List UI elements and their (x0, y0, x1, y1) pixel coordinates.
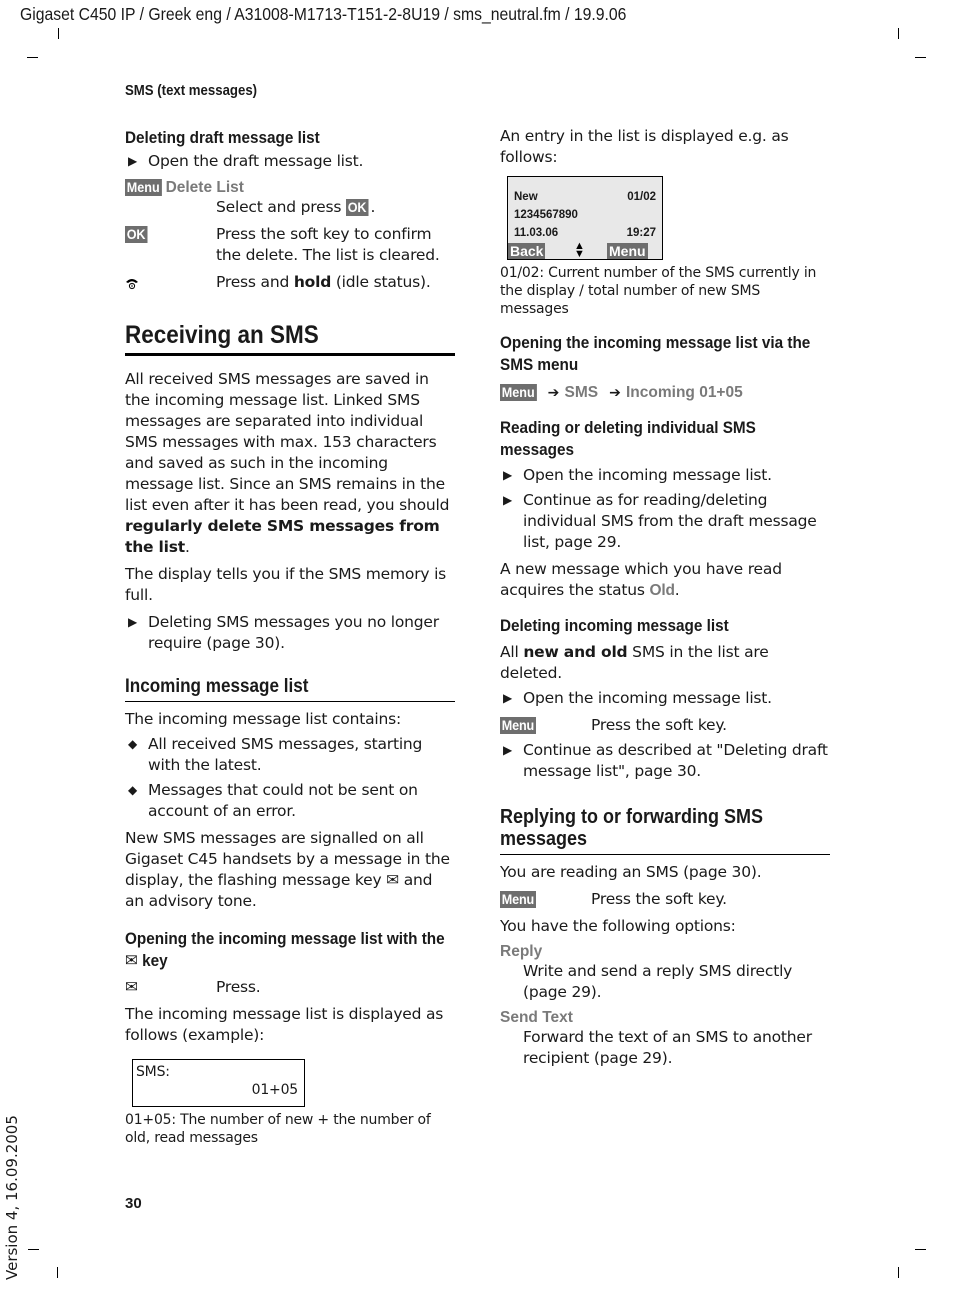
menu-soft-key: Menu (500, 384, 537, 401)
ok-soft-key: OK (125, 226, 148, 243)
paragraph: All new and old SMS in the list are dele… (500, 643, 769, 682)
step-row: OK Press the soft key to confirm the del… (125, 225, 440, 264)
bullet-item: ▶ Continue as for reading/deleting indiv… (500, 490, 830, 553)
menu-item-delete-list: Delete List (165, 179, 244, 196)
document-header: Gigaset C450 IP / Greek eng / A31008-M17… (20, 4, 627, 24)
list-item: ◆ All received SMS messages, starting wi… (125, 734, 455, 776)
section-heading: Deleting draft message list (125, 128, 320, 147)
menu-soft-key: Menu (125, 179, 162, 196)
crop-mark (28, 1249, 39, 1250)
list-item: ◆ Messages that could not be sent on acc… (125, 780, 455, 822)
step-row: Press and hold (idle status). (125, 272, 455, 293)
heading-rule (125, 353, 455, 356)
triangle-bullet-icon: ▶ (503, 691, 513, 705)
menu-item-incoming: Incoming 01+05 (626, 384, 743, 401)
triangle-bullet-icon: ▶ (503, 743, 513, 757)
menu-soft-key: Menu (500, 891, 536, 908)
envelope-icon: ✉ (386, 871, 399, 889)
status-old: Old (649, 582, 675, 599)
section-title: Receiving an SMS (125, 321, 319, 349)
up-down-navigation-icon: ▲ ▼ (574, 240, 585, 260)
paragraph: The incoming message list is displayed a… (125, 1005, 444, 1044)
section-incoming-list: Incoming message list The incoming messa… (125, 675, 455, 912)
entry-caption: 01/02: Current number of the SMS current… (500, 265, 817, 317)
paragraph: A new message which you have read acquir… (500, 560, 782, 599)
display-line: 1234567890 (514, 209, 578, 221)
crop-mark (58, 28, 59, 39)
crop-mark (898, 1267, 899, 1278)
section-via-menu: Opening the incoming message list via th… (500, 332, 830, 402)
paragraph: You are reading an SMS (page 30). (500, 863, 762, 881)
crop-mark (915, 57, 926, 58)
menu-soft-key[interactable]: Menu (607, 243, 648, 259)
paragraph: The incoming message list contains: (125, 710, 401, 728)
sms-display-example: SMS: 01+05 (132, 1059, 305, 1107)
option-desc: Write and send a reply SMS directly (pag… (523, 962, 793, 1001)
paragraph: You have the following options: (500, 917, 736, 935)
section-opening-with-key: Opening the incoming message list with t… (125, 928, 455, 1046)
menu-path: Menu ➔ SMS ➔ Incoming 01+05 (500, 382, 830, 402)
triangle-bullet-icon: ▶ (128, 154, 138, 168)
bullet-item: ▶ Continue as described at "Deleting dra… (500, 740, 830, 782)
step-row: Menu Press the soft key. (500, 890, 727, 908)
menu-path: Menu Delete List (125, 177, 455, 197)
envelope-icon: ✉ (125, 978, 138, 996)
section-heading: Opening the incoming message list via th… (500, 333, 811, 374)
section-heading: Opening the incoming message list with t… (125, 929, 445, 970)
crop-mark (57, 1267, 58, 1278)
crop-mark (915, 1249, 926, 1250)
option-label-send-text: Send Text (500, 1009, 573, 1026)
display-line: New 01/02 (514, 191, 656, 203)
diamond-bullet-icon: ◆ (128, 783, 138, 797)
triangle-bullet-icon: ▶ (503, 493, 513, 507)
envelope-icon: ✉ (125, 951, 138, 970)
triangle-bullet-icon: ▶ (128, 615, 138, 629)
arrow-right-icon: ➔ (547, 385, 560, 401)
heading-rule (500, 854, 830, 855)
step-row: Menu Press the soft key. (500, 716, 727, 734)
section-receiving: Receiving an SMS All received SMS messag… (125, 321, 455, 654)
display-label: SMS: (136, 1064, 170, 1080)
crop-mark (898, 28, 899, 39)
heading-rule (125, 701, 455, 702)
option-desc: Forward the text of an SMS to another re… (523, 1028, 812, 1067)
step-row: ✉ Press. (125, 978, 261, 996)
ok-soft-key: OK (345, 199, 369, 216)
sms-entry-display: New 01/02 1234567890 11.03.06 19:27 Back ▲… (507, 176, 663, 260)
end-call-icon (126, 278, 138, 289)
paragraph: The display tells you if the SMS memory … (125, 565, 447, 604)
display-value: 01+05 (251, 1082, 299, 1098)
paragraph: New SMS messages are signalled on all Gi… (125, 829, 450, 910)
display-line: 11.03.06 19:27 (514, 227, 656, 239)
section-heading: Deleting incoming message list (500, 616, 729, 635)
section-deleting-draft: Deleting draft message list ▶ Open the d… (125, 127, 455, 293)
arrow-right-icon: ➔ (609, 385, 621, 401)
bullet-item: ▶ Open the incoming message list. (500, 465, 830, 486)
back-soft-key[interactable]: Back (508, 243, 546, 259)
diamond-bullet-icon: ◆ (128, 737, 138, 751)
menu-soft-key: Menu (500, 717, 536, 734)
entry-intro: An entry in the list is displayed e.g. a… (500, 127, 789, 166)
bullet-item: ▶ Open the draft message list. (125, 151, 455, 172)
section-heading: Reading or deleting individual SMS messa… (500, 418, 756, 459)
version-note: Version 4, 16.09.2005 (3, 1115, 21, 1280)
running-head: SMS (text messages) (125, 82, 258, 99)
display-caption: 01+05: The number of new + the number of… (125, 1112, 431, 1146)
bullet-item: ▶ Deleting SMS messages you no longer re… (125, 612, 455, 654)
option-label-reply: Reply (500, 943, 543, 960)
section-replying: Replying to or forwarding SMS messages Y… (500, 806, 830, 1069)
page-number: 30 (125, 1195, 142, 1212)
section-heading: Replying to or forwarding SMS messages (500, 806, 764, 850)
section-reading-deleting: Reading or deleting individual SMS messa… (500, 417, 830, 601)
triangle-bullet-icon: ▶ (503, 468, 513, 482)
step-text: Select and press OK. (216, 198, 376, 216)
menu-item-sms: SMS (564, 384, 599, 401)
crop-mark (27, 57, 38, 58)
section-heading: Incoming message list (125, 676, 309, 697)
paragraph: All received SMS messages are saved in t… (125, 370, 450, 556)
bullet-item: ▶ Open the incoming message list. (500, 688, 830, 709)
section-deleting-incoming: Deleting incoming message list All new a… (500, 615, 830, 782)
